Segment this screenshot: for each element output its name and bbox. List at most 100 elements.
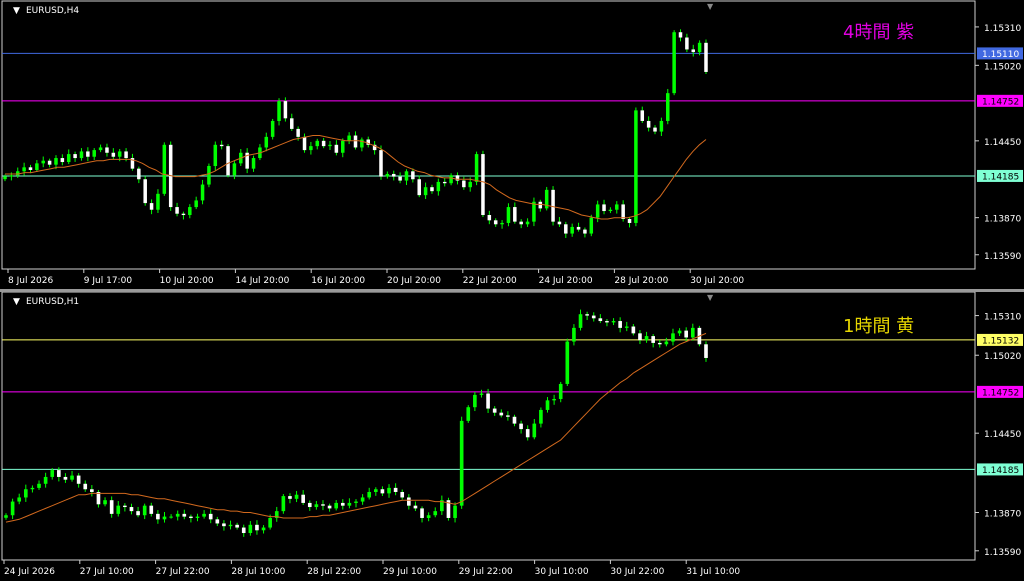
h4-candle-body bbox=[124, 151, 128, 159]
h4-x-tick-label: 22 Jul 20:00 bbox=[463, 276, 517, 286]
h4-candle-body bbox=[270, 120, 275, 137]
h4-candle-body bbox=[551, 189, 555, 222]
h4-candle-body bbox=[194, 200, 198, 208]
h1-candle-body bbox=[288, 496, 292, 499]
panel-separator[interactable] bbox=[0, 289, 1024, 292]
h4-x-tick-label: 30 Jul 20:00 bbox=[690, 276, 744, 286]
h1-candle-body bbox=[30, 487, 35, 490]
h1-candle-body bbox=[558, 383, 563, 399]
h1-candle-body bbox=[222, 523, 226, 527]
h4-candle-body bbox=[481, 154, 485, 216]
h4-candle-body bbox=[226, 146, 230, 176]
h1-candle-body bbox=[90, 489, 94, 492]
h1-candle-body bbox=[631, 326, 636, 334]
h1-candle-body bbox=[169, 516, 173, 518]
h1-price-tag-label: 1.15132 bbox=[982, 336, 1019, 346]
h4-candle-body bbox=[398, 176, 402, 181]
h4-collapse-triangle-icon[interactable]: ▼ bbox=[13, 6, 20, 16]
h1-candle-body bbox=[50, 470, 55, 477]
h1-candle-body bbox=[565, 341, 570, 384]
h4-price-tag-label: 1.15110 bbox=[982, 50, 1019, 60]
h1-candle-body bbox=[373, 489, 378, 492]
h4-candle-body bbox=[564, 224, 568, 234]
h4-candle-body bbox=[22, 167, 26, 172]
h4-candle-body bbox=[175, 207, 179, 214]
h4-candle-body bbox=[589, 217, 594, 234]
h1-candle-body bbox=[208, 513, 213, 520]
h1-candle-body bbox=[301, 494, 305, 503]
h4-candle-body bbox=[659, 120, 664, 132]
h1-candle-body bbox=[136, 511, 140, 516]
h4-x-tick-label: 9 Jul 17:00 bbox=[84, 276, 133, 286]
h1-candle-body bbox=[354, 501, 358, 503]
h1-symbol-label: EURUSD,H1 bbox=[26, 297, 79, 307]
h1-candle-body bbox=[261, 527, 266, 531]
h1-candle-body bbox=[539, 409, 543, 424]
h1-candle-body bbox=[453, 505, 457, 518]
h4-candle-body bbox=[691, 49, 696, 53]
h1-candle-body bbox=[57, 470, 61, 477]
h4-candle-body bbox=[334, 144, 339, 153]
h1-price-tag-label: 1.14752 bbox=[982, 388, 1019, 398]
h4-candle-body bbox=[15, 171, 20, 176]
h4-candle-body bbox=[570, 226, 574, 234]
h1-candle-body bbox=[83, 483, 88, 490]
h4-candle-body bbox=[321, 140, 326, 147]
h4-candle-body bbox=[47, 160, 52, 165]
h4-price-tag-label: 1.14752 bbox=[982, 97, 1019, 107]
h1-candle-body bbox=[129, 507, 134, 512]
h1-candle-body bbox=[314, 504, 319, 508]
h4-candle-body bbox=[666, 93, 670, 121]
h1-candle-body bbox=[215, 519, 220, 524]
h4-x-tick-label: 28 Jul 20:00 bbox=[614, 276, 668, 286]
h4-candle-body bbox=[219, 144, 224, 147]
h1-x-tick-label: 30 Jul 22:00 bbox=[610, 567, 664, 577]
h1-candle-body bbox=[512, 416, 517, 424]
h1-candle-body bbox=[657, 342, 662, 345]
h1-candle-body bbox=[182, 513, 187, 517]
h4-shift-marker-icon[interactable]: ▼ bbox=[707, 2, 714, 11]
h1-candle-body bbox=[23, 489, 28, 498]
h1-x-tick-label: 27 Jul 22:00 bbox=[156, 567, 210, 577]
h1-candle-body bbox=[651, 336, 655, 343]
h1-candle-body bbox=[433, 511, 438, 516]
h1-candle-body bbox=[281, 496, 286, 512]
h1-candle-body bbox=[677, 330, 682, 334]
h1-candle-body bbox=[618, 321, 622, 328]
h4-candle-body bbox=[468, 181, 472, 188]
h1-candle-body bbox=[400, 491, 405, 498]
h4-candle-body bbox=[156, 193, 160, 210]
h1-candle-body bbox=[525, 429, 530, 438]
h1-candle-body bbox=[156, 513, 160, 520]
h4-candle-body bbox=[411, 171, 415, 180]
h1-candle-body bbox=[552, 398, 556, 401]
h1-collapse-triangle-icon[interactable]: ▼ bbox=[13, 297, 20, 307]
h4-candle-body bbox=[538, 201, 543, 209]
h4-y-tick-label: 1.13870 bbox=[984, 215, 1021, 225]
h1-candle-body bbox=[690, 327, 695, 338]
h4-y-tick-label: 1.13590 bbox=[984, 252, 1021, 262]
h4-candle-body bbox=[462, 180, 466, 188]
h1-candle-body bbox=[123, 505, 127, 508]
h1-shift-marker-icon[interactable]: ▼ bbox=[707, 293, 714, 302]
h4-candle-body bbox=[634, 110, 638, 223]
h1-candle-body bbox=[294, 494, 299, 499]
h1-candle-body bbox=[624, 326, 629, 328]
h4-candle-body bbox=[653, 127, 657, 132]
trading-charts: ▼ EURUSD,H4 4時間 紫 ▼ 1.15310 1.15020 1.1445… bbox=[0, 0, 1024, 577]
h4-candle-body bbox=[137, 168, 141, 180]
h4-x-tick-label: 8 Jul 2026 bbox=[8, 276, 53, 286]
h1-candle-body bbox=[70, 475, 74, 480]
h1-x-tick-label: 24 Jul 2026 bbox=[4, 567, 55, 577]
h4-candle-body bbox=[430, 187, 434, 192]
h4-candle-body bbox=[79, 151, 84, 159]
h1-candle-body bbox=[578, 314, 583, 328]
h4-candle-body bbox=[315, 140, 320, 147]
h4-candle-body bbox=[640, 110, 645, 121]
h4-candle-body bbox=[602, 204, 606, 212]
h4-candle-body bbox=[117, 151, 122, 157]
h1-candle-body bbox=[268, 517, 272, 528]
h1-x-tick-label: 27 Jul 10:00 bbox=[80, 567, 134, 577]
h4-candle-body bbox=[685, 37, 689, 50]
h1-candle-body bbox=[334, 502, 339, 509]
